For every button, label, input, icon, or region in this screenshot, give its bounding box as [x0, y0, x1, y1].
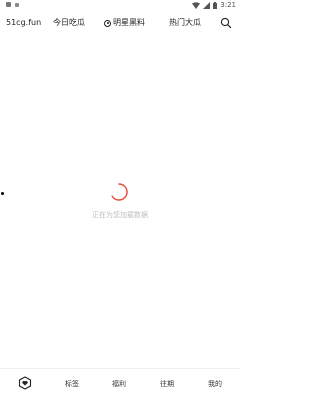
bottom-tab-past[interactable]: 往期	[160, 378, 174, 390]
tab-celebrity-scandal[interactable]: 明星黑料	[104, 17, 145, 29]
bottom-divider	[0, 368, 240, 369]
notification-icon	[15, 2, 19, 7]
tab-today-gossip[interactable]: 今日吃瓜	[53, 17, 85, 29]
edge-dot	[1, 192, 4, 195]
site-logo[interactable]: 51cg.fun	[6, 17, 41, 29]
loading-spinner	[111, 183, 128, 201]
status-bar: 3:21	[0, 0, 240, 12]
notification-icons	[6, 2, 19, 7]
bottom-nav: 标签 福利 往期 我的	[0, 370, 240, 400]
wifi-icon	[192, 1, 201, 9]
status-time: 3:21	[220, 1, 236, 9]
loading-text: 正在为您加载数据	[92, 211, 148, 219]
bottom-tab-tags[interactable]: 标签	[65, 378, 79, 390]
tab-hot-gossip[interactable]: 热门大瓜	[169, 17, 201, 29]
notification-icon	[6, 2, 11, 7]
bottom-tab-welfare[interactable]: 福利	[112, 378, 126, 390]
tab-celebrity-scandal-label: 明星黑料	[113, 18, 145, 27]
top-nav: 51cg.fun 今日吃瓜 明星黑料 热门大瓜	[0, 14, 240, 34]
app-screen: 3:21 51cg.fun 今日吃瓜 明星黑料 热门大瓜 正在为您加载数据 标签…	[0, 0, 240, 400]
battery-icon	[213, 1, 218, 9]
status-icons: 3:21	[192, 1, 236, 9]
search-icon[interactable]	[220, 17, 232, 29]
signal-icon	[203, 1, 211, 9]
bottom-tab-mine[interactable]: 我的	[208, 378, 222, 390]
home-icon[interactable]	[18, 376, 32, 390]
dot-icon	[104, 19, 111, 27]
